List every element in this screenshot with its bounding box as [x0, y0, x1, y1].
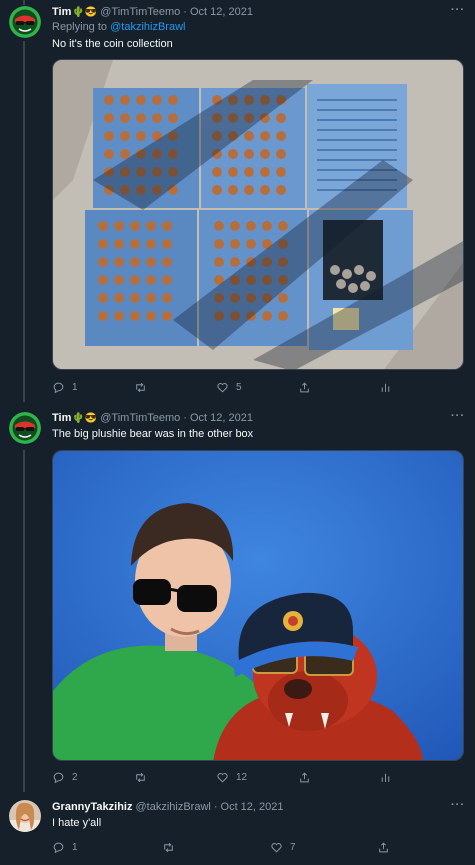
name-emojis: 🌵😎: [72, 412, 98, 424]
retweet-button[interactable]: [134, 771, 154, 784]
heart-icon: [217, 382, 228, 393]
share-button[interactable]: [298, 771, 311, 784]
analytics-icon: [381, 773, 390, 782]
more-options-button[interactable]: ···: [451, 410, 465, 422]
tweet-date[interactable]: Oct 12, 2021: [190, 6, 253, 18]
reply-button[interactable]: 2: [52, 771, 78, 784]
reply-count: 1: [72, 841, 78, 853]
analytics-button[interactable]: [379, 771, 392, 784]
reply-icon: [53, 772, 64, 783]
reply-button[interactable]: 1: [52, 841, 78, 854]
display-name[interactable]: Tim: [52, 6, 71, 18]
like-button[interactable]: 5: [216, 381, 242, 394]
share-icon: [379, 841, 388, 852]
display-name[interactable]: Tim: [52, 412, 71, 424]
tweet[interactable]: Tim 🌵😎 @TimTimTeemo · Oct 12, 2021 ··· R…: [0, 0, 475, 400]
avatar[interactable]: [9, 800, 41, 832]
replying-to: Replying to @takzihizBrawl: [52, 21, 185, 33]
retweet-icon: [136, 382, 145, 392]
tweet[interactable]: GrannyTakzihiz @takzihizBrawl · Oct 12, …: [0, 792, 475, 865]
more-options-button[interactable]: ···: [451, 4, 465, 16]
replying-to-handle-link[interactable]: @takzihizBrawl: [110, 21, 185, 33]
heart-icon: [271, 842, 282, 853]
replying-to-label: Replying to: [52, 21, 108, 33]
tweet-actions: 1 5: [52, 379, 392, 395]
like-count: 7: [290, 841, 296, 853]
tweet-text: No it's the coin collection: [52, 38, 173, 50]
tweet-image[interactable]: [52, 59, 464, 370]
tweet-actions: 2 12: [52, 769, 392, 785]
like-button[interactable]: 12: [216, 771, 247, 784]
reply-count: 1: [72, 381, 78, 393]
retweet-icon: [136, 772, 145, 782]
tweet-image[interactable]: [52, 450, 464, 761]
separator: ·: [183, 6, 187, 18]
tweet-date[interactable]: Oct 12, 2021: [190, 412, 253, 424]
retweet-icon: [164, 842, 173, 852]
retweet-button[interactable]: [162, 841, 182, 854]
separator: ·: [213, 801, 218, 813]
reply-icon: [53, 382, 64, 393]
reply-icon: [53, 842, 64, 853]
like-count: 5: [236, 381, 242, 393]
tweet-text: I hate y'all: [52, 817, 102, 829]
like-count: 12: [236, 771, 248, 783]
avatar[interactable]: [9, 6, 41, 38]
user-handle[interactable]: @TimTimTeemo: [100, 6, 180, 18]
analytics-icon: [381, 383, 390, 392]
separator: ·: [183, 412, 187, 424]
user-handle[interactable]: @TimTimTeemo: [100, 412, 180, 424]
heart-icon: [217, 772, 228, 783]
name-emojis: 🌵😎: [72, 6, 98, 18]
more-options-button[interactable]: ···: [451, 799, 465, 811]
tweet[interactable]: Tim 🌵😎 @TimTimTeemo · Oct 12, 2021 ··· T…: [0, 402, 475, 792]
tweet-date[interactable]: Oct 12, 2021: [221, 801, 284, 813]
display-name[interactable]: GrannyTakzihiz: [52, 801, 132, 813]
share-button[interactable]: [298, 381, 311, 394]
share-icon: [300, 771, 309, 782]
reply-count: 2: [72, 771, 78, 783]
tweet-actions: 1 7: [52, 839, 392, 855]
like-button[interactable]: 7: [270, 841, 296, 854]
tweet-text: The big plushie bear was in the other bo…: [52, 428, 254, 440]
analytics-button[interactable]: [379, 381, 392, 394]
share-icon: [300, 381, 309, 392]
share-button[interactable]: [377, 841, 390, 854]
avatar[interactable]: [9, 412, 41, 444]
retweet-button[interactable]: [134, 381, 154, 394]
reply-button[interactable]: 1: [52, 381, 78, 394]
user-handle[interactable]: @takzihizBrawl: [135, 801, 210, 813]
